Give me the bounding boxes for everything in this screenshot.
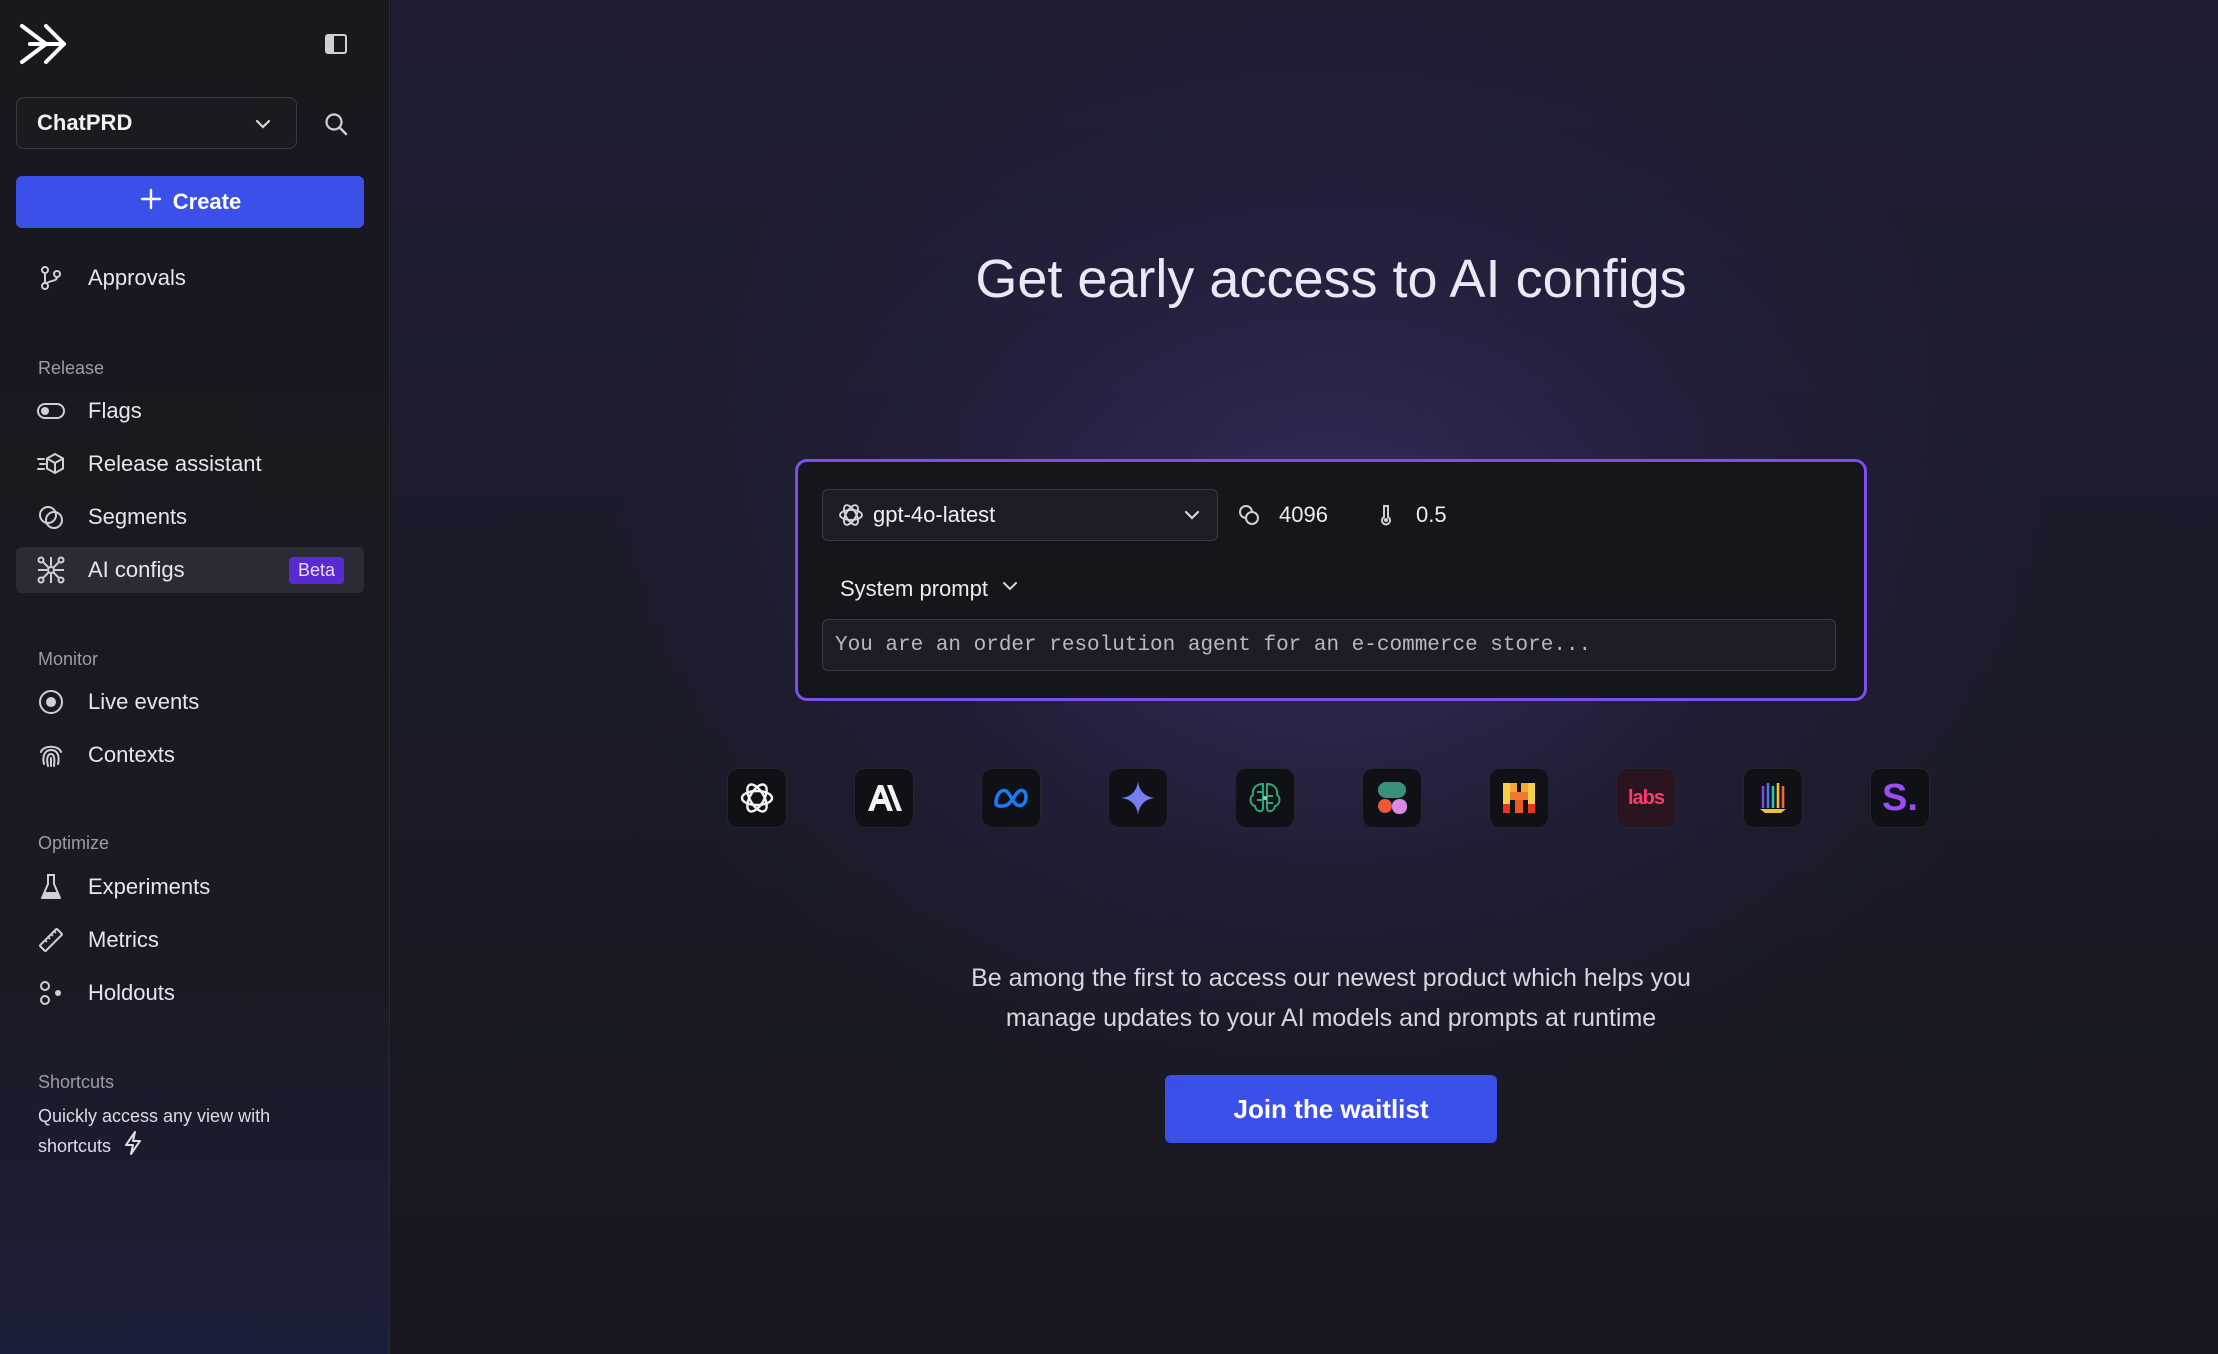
sidebar-item-label: Flags xyxy=(88,398,142,423)
openai-icon xyxy=(728,769,786,827)
section-label-release: Release xyxy=(38,358,105,378)
sidebar: ChatPRD Create Approvals Release Flags R… xyxy=(0,0,390,1354)
create-label: Create xyxy=(172,189,242,214)
s-label: S. xyxy=(1882,776,1918,819)
create-button[interactable]: Create xyxy=(16,176,364,228)
sidebar-item-holdouts[interactable]: Holdouts xyxy=(16,970,364,1016)
temperature-value: 0.5 xyxy=(1416,502,1447,527)
sidebar-item-label: Live events xyxy=(88,689,200,714)
section-label-optimize: Optimize xyxy=(38,833,110,853)
labs-icon: labs xyxy=(1617,769,1675,827)
sidebar-item-flags[interactable]: Flags xyxy=(16,388,364,434)
ruler-icon xyxy=(36,925,66,955)
temperature-param[interactable]: 0.5 xyxy=(1374,502,1447,528)
description: Be among the first to access our newest … xyxy=(391,958,2218,1038)
sidebar-item-label: Release assistant xyxy=(88,451,262,476)
launchdarkly-logo-icon[interactable] xyxy=(16,18,68,70)
description-line-2: manage updates to your AI models and pro… xyxy=(1005,1004,1657,1032)
sidebar-item-approvals[interactable]: Approvals xyxy=(16,255,364,301)
project-name: ChatPRD xyxy=(37,110,133,135)
segments-icon xyxy=(36,502,66,532)
section-label-monitor: Monitor xyxy=(38,649,99,669)
perplexity-icon xyxy=(1363,769,1421,827)
fingerprint-icon xyxy=(36,740,66,770)
app-window: ChatPRD Create Approvals Release Flags R… xyxy=(0,0,2218,1354)
plus-icon xyxy=(139,187,163,217)
sidebar-item-experiments[interactable]: Experiments xyxy=(16,864,364,910)
anthropic-icon xyxy=(855,769,913,827)
project-selector[interactable]: ChatPRD xyxy=(16,97,297,149)
ai-configs-icon xyxy=(36,555,66,585)
sidebar-item-label: AI configs xyxy=(88,557,185,582)
sidebar-item-label: Metrics xyxy=(88,927,159,952)
lightning-icon[interactable] xyxy=(120,1130,146,1164)
sidebar-item-segments[interactable]: Segments xyxy=(16,494,364,540)
sidebar-item-contexts[interactable]: Contexts xyxy=(16,732,364,778)
beta-badge: Beta xyxy=(288,557,344,584)
sidebar-item-label: Experiments xyxy=(88,874,211,899)
sidebar-item-release-assistant[interactable]: Release assistant xyxy=(16,441,364,487)
sidebar-item-metrics[interactable]: Metrics xyxy=(16,917,364,963)
main-content: Get early access to AI configs gpt-4o-la… xyxy=(391,0,2218,1354)
tokens-icon xyxy=(1237,503,1261,527)
system-prompt-toggle[interactable]: System prompt xyxy=(840,576,1020,602)
sidebar-toggle-icon[interactable] xyxy=(322,30,350,58)
max-tokens-param[interactable]: 4096 xyxy=(1237,502,1328,528)
shortcuts-hint: Quickly access any view with shortcuts xyxy=(38,1102,338,1164)
sidebar-item-live-events[interactable]: Live events xyxy=(16,679,364,725)
chevron-down-icon xyxy=(1181,504,1203,532)
system-prompt-input[interactable] xyxy=(822,619,1836,671)
sidebar-item-ai-configs[interactable]: AI configs Beta xyxy=(16,547,364,593)
page-title: Get early access to AI configs xyxy=(975,249,1687,309)
chevron-down-icon xyxy=(1000,576,1020,602)
release-assistant-icon xyxy=(36,449,66,479)
thermometer-icon xyxy=(1374,503,1398,527)
git-branch-icon xyxy=(36,263,66,293)
sidebar-item-label: Segments xyxy=(88,504,188,529)
mistral-icon xyxy=(1490,769,1548,827)
system-prompt-label: System prompt xyxy=(840,576,988,601)
chevron-down-icon xyxy=(252,113,274,141)
max-tokens-value: 4096 xyxy=(1279,502,1328,527)
labs-label: labs xyxy=(1627,786,1665,809)
section-label-shortcuts: Shortcuts xyxy=(38,1072,115,1092)
live-events-icon xyxy=(36,687,66,717)
ai-config-preview-card: gpt-4o-latest 4096 0.5 System prompt xyxy=(795,459,1867,701)
sidebar-item-label: Holdouts xyxy=(88,980,175,1005)
search-icon[interactable] xyxy=(322,110,350,138)
s-icon: S. xyxy=(1871,769,1929,827)
shortcuts-hint-text: Quickly access any view with shortcuts xyxy=(38,1106,271,1156)
model-name: gpt-4o-latest xyxy=(873,502,996,527)
gemini-icon xyxy=(1109,769,1167,827)
model-selector[interactable]: gpt-4o-latest xyxy=(822,489,1218,541)
cohere-brain-icon xyxy=(1236,769,1294,827)
holdouts-icon xyxy=(36,978,66,1008)
provider-logos: labs S. xyxy=(728,769,2028,829)
join-waitlist-button[interactable]: Join the waitlist xyxy=(1165,1075,1497,1143)
toggle-icon xyxy=(36,396,66,426)
openai-icon xyxy=(837,501,865,529)
sidebar-item-label: Approvals xyxy=(88,265,186,290)
meta-icon xyxy=(982,769,1040,827)
bars-icon xyxy=(1744,769,1802,827)
sidebar-item-label: Contexts xyxy=(88,742,175,767)
description-line-1: Be among the first to access our newest … xyxy=(971,964,1691,992)
flask-icon xyxy=(36,872,66,902)
